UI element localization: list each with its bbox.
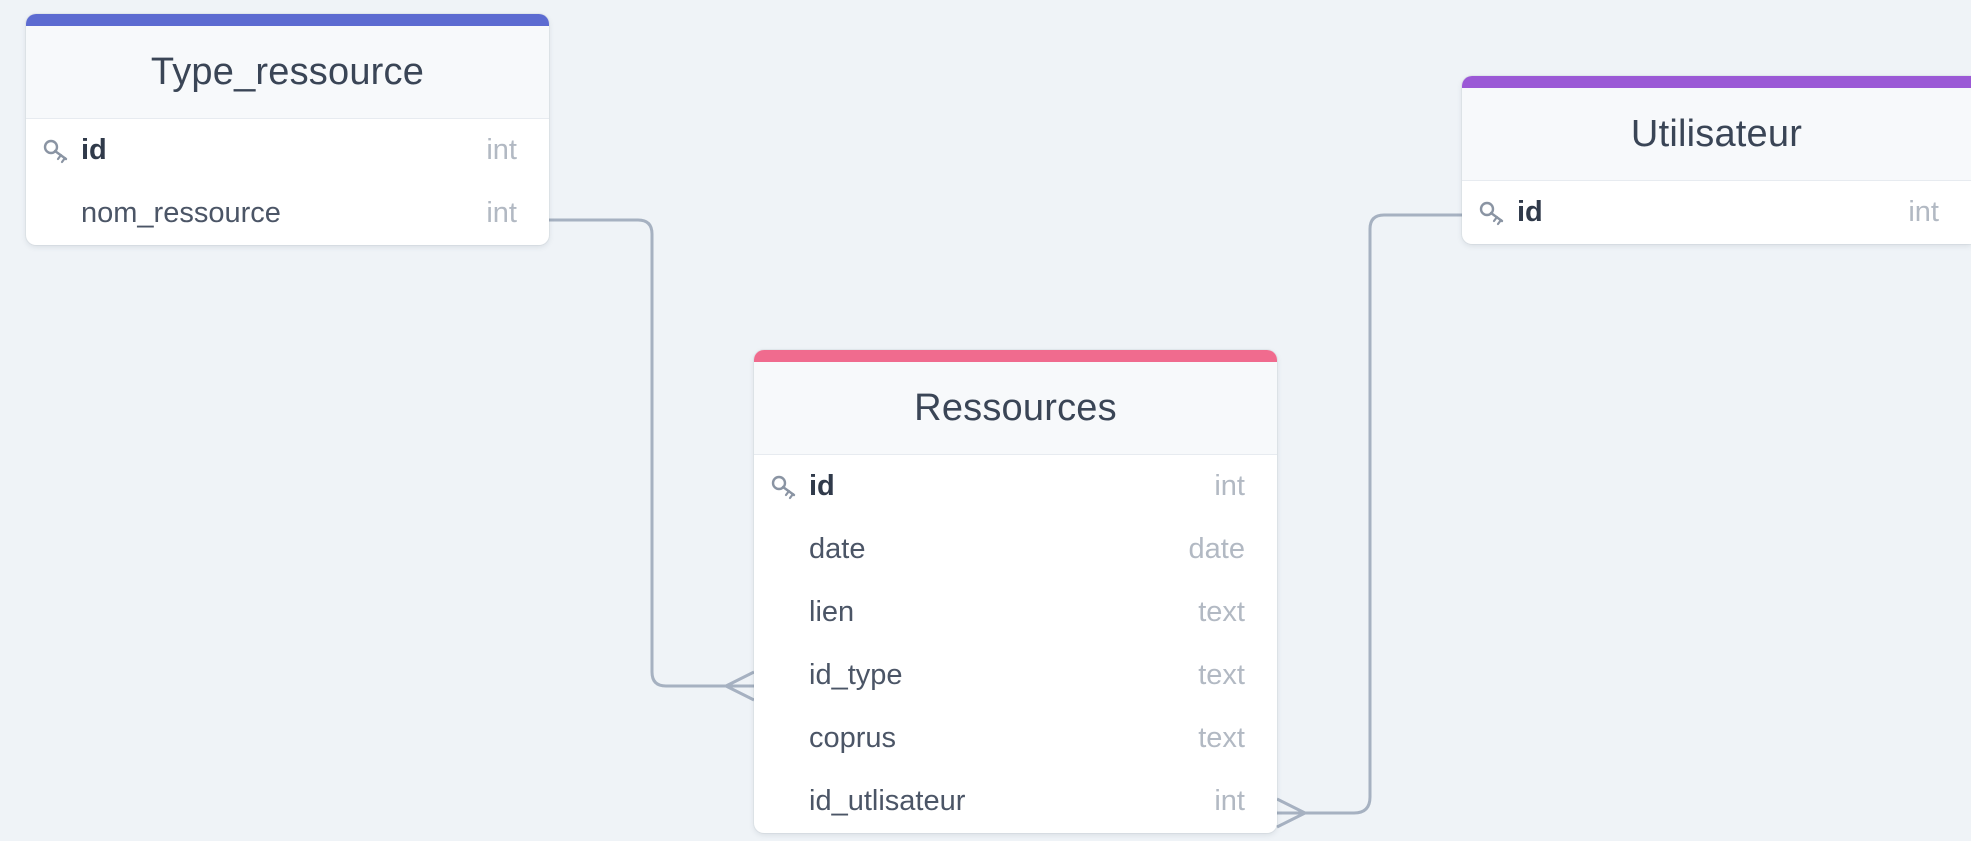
table-title[interactable]: Ressources: [754, 362, 1277, 455]
column-type: text: [1198, 596, 1245, 628]
column-type: date: [1188, 533, 1245, 565]
table-accent-bar: [26, 14, 549, 26]
column-name: id: [809, 470, 835, 502]
crows-foot-icon: [1276, 797, 1306, 829]
column-name: coprus: [809, 722, 897, 754]
table-row-coprus[interactable]: coprus text: [754, 707, 1277, 770]
column-name: id: [1517, 196, 1543, 228]
relation-line-type-ressource: [438, 218, 754, 688]
table-ressources[interactable]: Ressources id int date date lien text id…: [754, 350, 1277, 833]
key-icon: [43, 139, 68, 163]
column-name: date: [809, 533, 866, 565]
table-row-id-type[interactable]: id_type text: [754, 644, 1277, 707]
column-type: int: [486, 134, 517, 166]
column-name: id_utlisateur: [809, 785, 966, 817]
table-utilisateur[interactable]: Utilisateur id int: [1462, 76, 1971, 244]
key-icon: [771, 475, 796, 499]
column-name: nom_ressource: [81, 197, 281, 229]
column-type: int: [486, 197, 517, 229]
table-row-id-utlisateur[interactable]: id_utlisateur int: [754, 770, 1277, 833]
column-name: lien: [809, 596, 855, 628]
diagram-canvas: Type_ressource id int nom_ressource int …: [0, 0, 1971, 841]
table-row-nom-ressource[interactable]: nom_ressource int: [26, 182, 549, 245]
table-row-id[interactable]: id int: [754, 455, 1277, 518]
column-name: id: [81, 134, 107, 166]
table-row-id[interactable]: id int: [26, 119, 549, 182]
table-accent-bar: [754, 350, 1277, 362]
column-type: int: [1214, 785, 1245, 817]
column-type: text: [1198, 659, 1245, 691]
column-type: text: [1198, 722, 1245, 754]
key-icon: [1479, 201, 1504, 225]
table-row-lien[interactable]: lien text: [754, 581, 1277, 644]
column-type: int: [1908, 196, 1939, 228]
table-type-ressource[interactable]: Type_ressource id int nom_ressource int: [26, 14, 549, 245]
table-row-date[interactable]: date date: [754, 518, 1277, 581]
relation-line-utilisateur: [1277, 213, 1462, 815]
crows-foot-icon: [725, 670, 755, 702]
table-accent-bar: [1462, 76, 1971, 88]
table-row-id[interactable]: id int: [1462, 181, 1971, 244]
column-name: id_type: [809, 659, 903, 691]
table-title[interactable]: Type_ressource: [26, 26, 549, 119]
table-title[interactable]: Utilisateur: [1462, 88, 1971, 181]
column-type: int: [1214, 470, 1245, 502]
